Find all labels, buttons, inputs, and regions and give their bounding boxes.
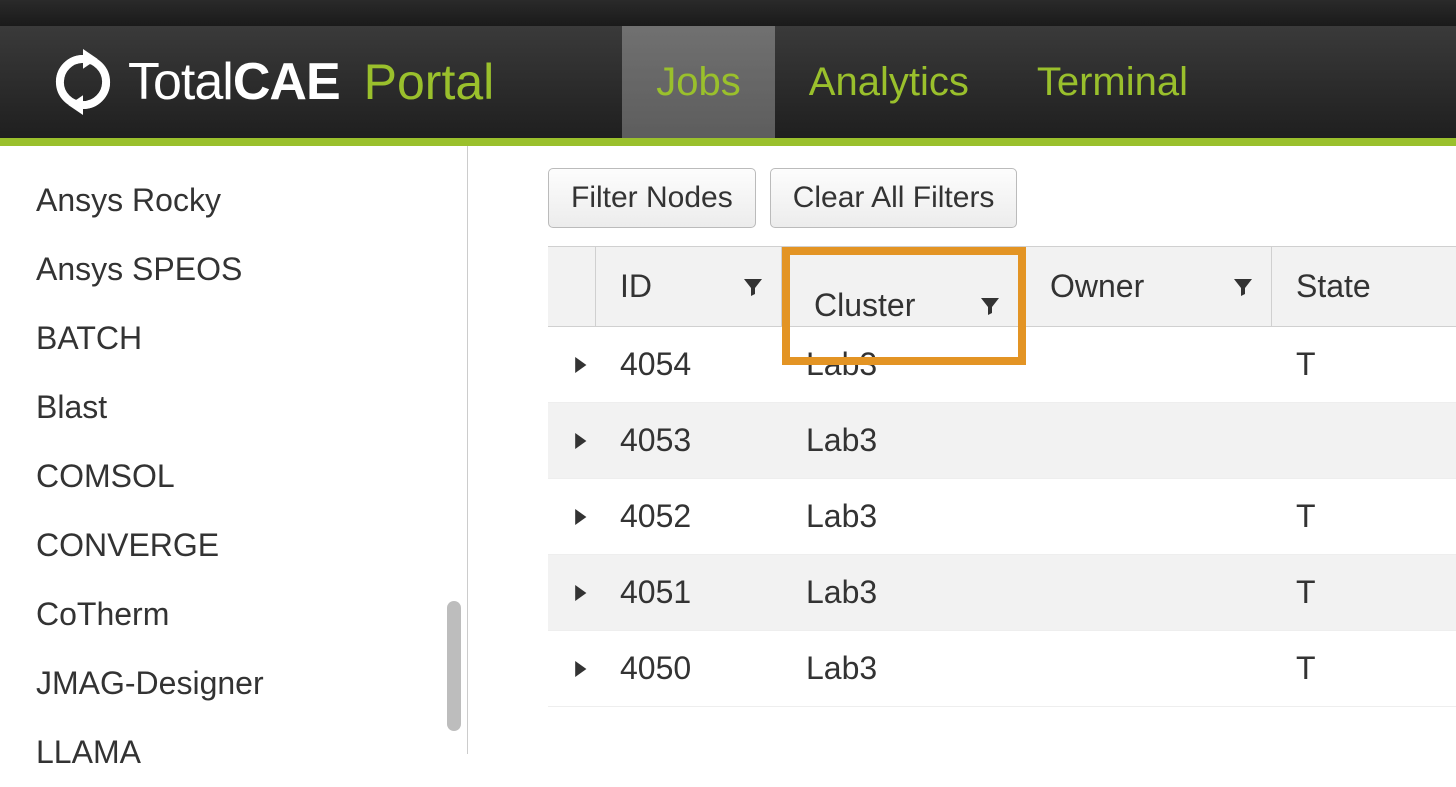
brand-name-bold: CAE (233, 53, 340, 111)
column-state-label: State (1296, 268, 1371, 305)
main-content: Filter Nodes Clear All Filters ID Cluste… (468, 146, 1456, 754)
cell-id: 4054 (596, 346, 782, 383)
nav-tabs: Jobs Analytics Terminal (622, 26, 1222, 138)
filter-nodes-button[interactable]: Filter Nodes (548, 168, 756, 228)
cell-id: 4050 (596, 650, 782, 687)
tab-terminal[interactable]: Terminal (1003, 26, 1222, 138)
jobs-table: ID Cluster Owner (548, 246, 1456, 707)
table-row[interactable]: 4052 Lab3 T (548, 479, 1456, 555)
cell-state: T (1272, 498, 1452, 535)
main-header: TotalCAE Portal Jobs Analytics Terminal (0, 26, 1456, 146)
column-state[interactable]: State (1272, 247, 1452, 326)
cell-state: T (1272, 346, 1452, 383)
filter-icon[interactable] (741, 275, 765, 299)
brand-name: TotalCAE (128, 52, 340, 112)
cell-id: 4051 (596, 574, 782, 611)
brand-product: Portal (364, 53, 495, 111)
cell-id: 4053 (596, 422, 782, 459)
tab-jobs[interactable]: Jobs (622, 26, 775, 138)
filter-icon[interactable] (1231, 275, 1255, 299)
column-cluster[interactable]: Cluster (782, 247, 1026, 365)
cell-state: T (1272, 574, 1452, 611)
table-row[interactable]: 4053 Lab3 (548, 403, 1456, 479)
column-id[interactable]: ID (596, 247, 782, 326)
cell-state: T (1272, 650, 1452, 687)
expand-toggle[interactable] (548, 585, 596, 601)
sidebar-item-blast[interactable]: Blast (0, 373, 467, 442)
sidebar-item-batch[interactable]: BATCH (0, 304, 467, 373)
sidebar-item-converge[interactable]: CONVERGE (0, 511, 467, 580)
sidebar-item-jmag-designer[interactable]: JMAG-Designer (0, 649, 467, 718)
table-header-row: ID Cluster Owner (548, 247, 1456, 327)
column-owner[interactable]: Owner (1026, 247, 1272, 326)
sidebar-item-ansys-speos[interactable]: Ansys SPEOS (0, 235, 467, 304)
sidebar: Ansys Rocky Ansys SPEOS BATCH Blast COMS… (0, 146, 468, 754)
clear-all-filters-button[interactable]: Clear All Filters (770, 168, 1018, 228)
brand-name-light: Total (128, 53, 233, 111)
expand-toggle[interactable] (548, 509, 596, 525)
table-toolbar: Filter Nodes Clear All Filters (548, 168, 1456, 228)
expand-toggle[interactable] (548, 433, 596, 449)
expand-toggle[interactable] (548, 661, 596, 677)
window-chrome-bar (0, 0, 1456, 26)
column-cluster-label: Cluster (814, 287, 915, 324)
sidebar-scrollbar[interactable] (447, 601, 461, 731)
sidebar-item-comsol[interactable]: COMSOL (0, 442, 467, 511)
sidebar-item-ansys-rocky[interactable]: Ansys Rocky (0, 166, 467, 235)
column-expand (548, 247, 596, 326)
sidebar-item-llama[interactable]: LLAMA (0, 718, 467, 787)
expand-toggle[interactable] (548, 357, 596, 373)
tab-analytics[interactable]: Analytics (775, 26, 1003, 138)
filter-icon[interactable] (978, 294, 1002, 318)
cell-cluster: Lab3 (782, 574, 1026, 611)
cell-cluster: Lab3 (782, 498, 1026, 535)
column-id-label: ID (620, 268, 652, 305)
body-area: Ansys Rocky Ansys SPEOS BATCH Blast COMS… (0, 146, 1456, 754)
table-row[interactable]: 4050 Lab3 T (548, 631, 1456, 707)
logo-area: TotalCAE Portal (0, 49, 534, 115)
cell-cluster: Lab3 (782, 422, 1026, 459)
sidebar-item-cotherm[interactable]: CoTherm (0, 580, 467, 649)
cell-id: 4052 (596, 498, 782, 535)
cell-cluster: Lab3 (782, 650, 1026, 687)
table-row[interactable]: 4051 Lab3 T (548, 555, 1456, 631)
column-owner-label: Owner (1050, 268, 1144, 305)
refresh-cycle-icon (50, 49, 116, 115)
